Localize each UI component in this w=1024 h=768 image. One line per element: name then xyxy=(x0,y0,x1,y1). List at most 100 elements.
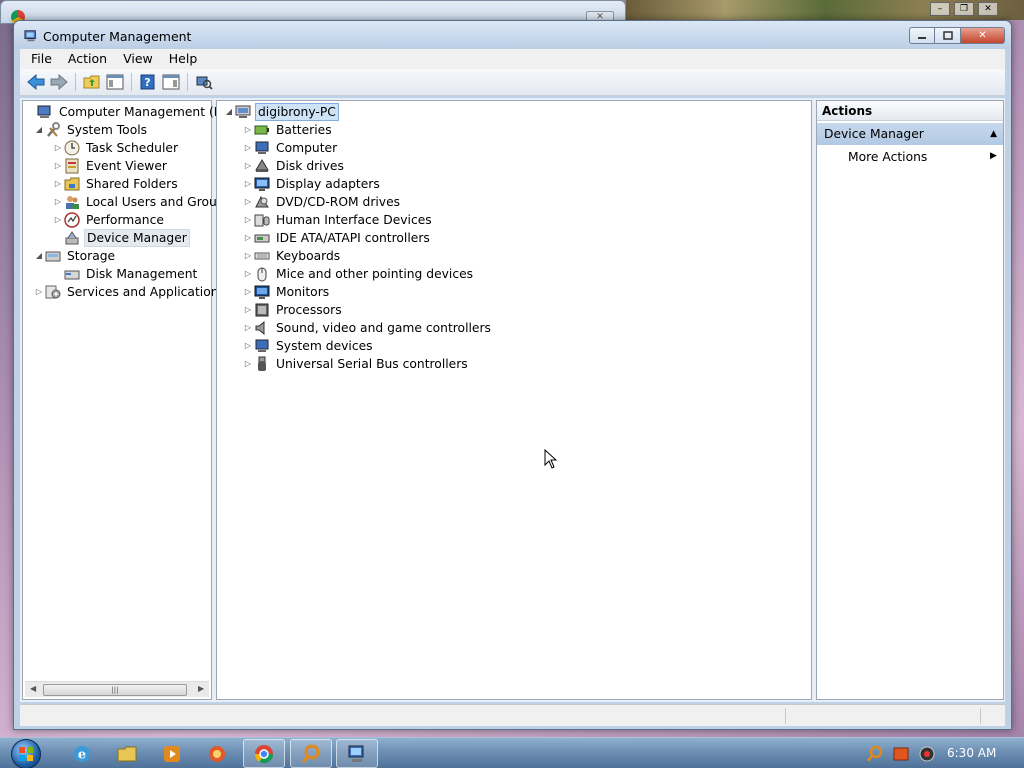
taskbar-computer-management[interactable] xyxy=(336,739,378,768)
device-category-row[interactable]: ▷ System devices xyxy=(242,337,375,355)
computer-management-icon xyxy=(37,104,53,120)
menu-file[interactable]: File xyxy=(20,49,60,69)
device-category-row[interactable]: ▷ Processors xyxy=(242,301,344,319)
actions-section-device-manager[interactable]: Device Manager ▲ xyxy=(817,123,1003,145)
up-folder-button[interactable] xyxy=(82,72,102,92)
device-category-row[interactable]: ▷ Sound, video and game controllers xyxy=(242,319,493,337)
tree-item-root[interactable]: Computer Management (Local xyxy=(25,103,248,121)
device-tree-pane[interactable]: ◢ digibrony-PC ▷ Batteries ▷ Computer ▷ … xyxy=(216,100,812,700)
tree-item-task-scheduler[interactable]: ▷ Task Scheduler xyxy=(52,139,180,157)
collapsed-arrow-icon[interactable]: ▷ xyxy=(242,355,254,373)
device-category-label: Processors xyxy=(276,303,342,317)
taskbar-internet-explorer[interactable]: e xyxy=(62,739,102,768)
tools-icon xyxy=(45,122,61,138)
taskbar-media-player[interactable] xyxy=(152,739,192,768)
monitor-icon xyxy=(254,284,270,300)
collapsed-arrow-icon[interactable]: ▷ xyxy=(52,193,64,211)
device-category-row[interactable]: ▷ Human Interface Devices xyxy=(242,211,434,229)
submenu-arrow-icon[interactable]: ▶ xyxy=(990,151,997,161)
tree-item-storage[interactable]: ◢ Storage xyxy=(33,247,117,265)
device-category-label: Display adapters xyxy=(276,177,380,191)
search-tray-icon[interactable] xyxy=(866,745,884,763)
device-category-row[interactable]: ▷ Display adapters xyxy=(242,175,382,193)
actions-section-label: Device Manager xyxy=(824,127,924,141)
collapsed-arrow-icon[interactable]: ▷ xyxy=(242,265,254,283)
menu-action[interactable]: Action xyxy=(60,49,115,69)
collapsed-arrow-icon[interactable]: ▷ xyxy=(242,337,254,355)
collapsed-arrow-icon[interactable]: ▷ xyxy=(242,283,254,301)
collapsed-arrow-icon[interactable]: ▷ xyxy=(242,121,254,139)
collapsed-arrow-icon[interactable]: ▷ xyxy=(33,283,45,301)
tree-item-shared-folders[interactable]: ▷ Shared Folders xyxy=(52,175,180,193)
expanded-arrow-icon[interactable]: ◢ xyxy=(223,103,235,121)
taskbar-chrome[interactable] xyxy=(243,739,285,768)
collapsed-arrow-icon[interactable]: ▷ xyxy=(242,211,254,229)
menu-help[interactable]: Help xyxy=(161,49,206,69)
tree-item-performance[interactable]: ▷ Performance xyxy=(52,211,166,229)
menu-view[interactable]: View xyxy=(115,49,161,69)
collapsed-arrow-icon[interactable]: ▷ xyxy=(242,319,254,337)
collapsed-arrow-icon[interactable]: ▷ xyxy=(242,175,254,193)
console-tree-pane[interactable]: Computer Management (Local ◢ System Tool… xyxy=(22,100,246,700)
tree-item-local-users[interactable]: ▷ Local Users and Groups xyxy=(52,193,233,211)
collapsed-arrow-icon[interactable]: ▷ xyxy=(242,139,254,157)
collapsed-arrow-icon[interactable]: ▷ xyxy=(52,139,64,157)
tree-item-system-tools[interactable]: ◢ System Tools xyxy=(33,121,149,139)
device-category-row[interactable]: ▷ IDE ATA/ATAPI controllers xyxy=(242,229,432,247)
content-area: Computer Management (Local ◢ System Tool… xyxy=(20,98,1005,702)
collapsed-arrow-icon[interactable]: ▷ xyxy=(242,247,254,265)
show-hide-action-pane-button[interactable] xyxy=(161,72,181,92)
record-tray-icon[interactable] xyxy=(918,745,936,763)
collapsed-arrow-icon[interactable]: ▷ xyxy=(52,175,64,193)
title-bar[interactable]: Computer Management ✕ xyxy=(14,21,1011,49)
tree-item-event-viewer[interactable]: ▷ Event Viewer xyxy=(52,157,169,175)
scroll-thumb[interactable]: ||| xyxy=(43,684,187,696)
device-category-row[interactable]: ▷ DVD/CD-ROM drives xyxy=(242,193,402,211)
taskbar-search-app[interactable] xyxy=(290,739,332,768)
scan-hardware-icon xyxy=(196,76,213,90)
restore-icon: ❐ xyxy=(954,2,974,16)
show-hide-tree-button[interactable] xyxy=(105,72,125,92)
start-button[interactable] xyxy=(8,738,44,768)
computer-icon xyxy=(235,104,251,120)
close-button[interactable]: ✕ xyxy=(961,27,1005,44)
notification-tray-icon[interactable] xyxy=(892,745,910,763)
help-button[interactable]: ? xyxy=(138,72,158,92)
taskbar-clock[interactable]: 6:30 AM xyxy=(947,746,996,760)
collapsed-arrow-icon[interactable]: ▷ xyxy=(242,157,254,175)
device-category-row[interactable]: ▷ Monitors xyxy=(242,283,331,301)
collapsed-arrow-icon[interactable]: ▷ xyxy=(52,211,64,229)
tree-item-device-manager[interactable]: Device Manager xyxy=(52,229,190,247)
collapsed-arrow-icon[interactable]: ▷ xyxy=(242,193,254,211)
minimize-button[interactable] xyxy=(909,27,935,44)
horizontal-scrollbar[interactable]: ◀ ||| ▶ xyxy=(25,681,209,697)
device-category-row[interactable]: ▷ Batteries xyxy=(242,121,334,139)
forward-button[interactable] xyxy=(49,72,69,92)
device-category-row[interactable]: ▷ Universal Serial Bus controllers xyxy=(242,355,470,373)
scroll-left-icon[interactable]: ◀ xyxy=(30,684,36,693)
device-category-row[interactable]: ▷ Disk drives xyxy=(242,157,346,175)
device-category-label: Sound, video and game controllers xyxy=(276,321,491,335)
expanded-arrow-icon[interactable]: ◢ xyxy=(33,247,45,265)
svg-text:?: ? xyxy=(144,76,150,89)
collapse-up-icon[interactable]: ▲ xyxy=(990,123,997,145)
device-category-row[interactable]: ▷ Keyboards xyxy=(242,247,342,265)
tree-item-services-applications[interactable]: ▷ Services and Applications xyxy=(33,283,227,301)
taskbar-app[interactable] xyxy=(197,739,237,768)
taskbar-explorer[interactable] xyxy=(107,739,147,768)
maximize-button[interactable] xyxy=(935,27,961,44)
back-button[interactable] xyxy=(26,72,46,92)
tree-item-disk-management[interactable]: Disk Management xyxy=(52,265,199,283)
device-category-row[interactable]: ▷ Mice and other pointing devices xyxy=(242,265,475,283)
device-tree-root[interactable]: ◢ digibrony-PC xyxy=(223,103,339,121)
collapsed-arrow-icon[interactable]: ▷ xyxy=(52,157,64,175)
device-category-row[interactable]: ▷ Computer xyxy=(242,139,339,157)
scroll-right-icon[interactable]: ▶ xyxy=(198,684,204,693)
mouse-cursor-icon xyxy=(544,449,558,469)
expanded-arrow-icon[interactable]: ◢ xyxy=(33,121,45,139)
collapsed-arrow-icon[interactable]: ▷ xyxy=(242,301,254,319)
scan-hardware-button[interactable] xyxy=(194,72,214,92)
system-tray xyxy=(866,745,936,763)
collapsed-arrow-icon[interactable]: ▷ xyxy=(242,229,254,247)
more-actions-link[interactable]: More Actions xyxy=(848,150,927,164)
